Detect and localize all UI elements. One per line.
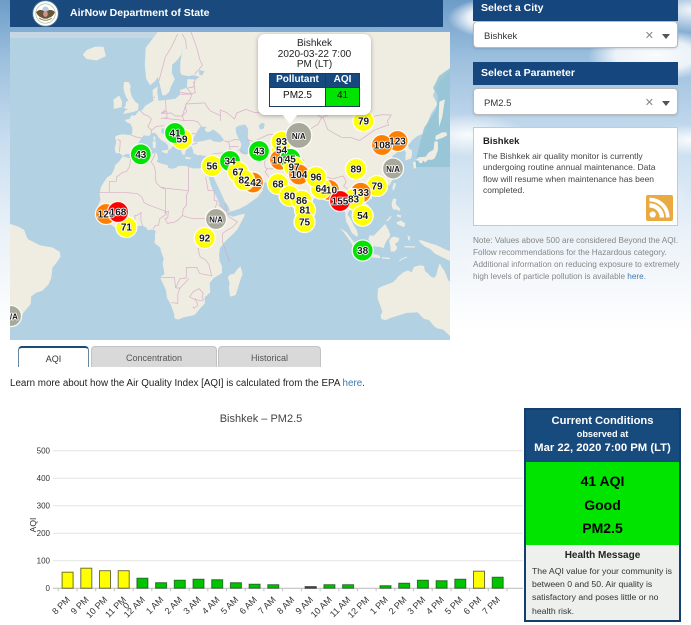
svg-text:80: 80 <box>284 191 296 202</box>
svg-text:168: 168 <box>110 208 127 219</box>
svg-text:N/A: N/A <box>292 132 306 141</box>
svg-text:79: 79 <box>371 182 383 193</box>
svg-text:38: 38 <box>357 246 369 257</box>
svg-text:89: 89 <box>350 165 362 176</box>
svg-text:79: 79 <box>358 117 370 128</box>
svg-text:7 PM: 7 PM <box>480 595 502 617</box>
svg-text:500: 500 <box>37 447 51 456</box>
svg-text:3 AM: 3 AM <box>181 595 203 617</box>
svg-text:104: 104 <box>291 170 308 181</box>
svg-text:71: 71 <box>121 223 133 234</box>
svg-text:2 PM: 2 PM <box>387 595 409 617</box>
svg-text:43: 43 <box>135 150 147 161</box>
svg-text:5 PM: 5 PM <box>443 595 465 617</box>
svg-text:92: 92 <box>199 234 211 245</box>
svg-text:N/A: N/A <box>10 313 18 322</box>
svg-text:155: 155 <box>332 197 349 208</box>
svg-text:93: 93 <box>276 137 288 148</box>
svg-text:43: 43 <box>253 147 265 158</box>
svg-text:6 PM: 6 PM <box>461 595 483 617</box>
svg-text:123: 123 <box>389 137 406 148</box>
svg-text:N/A: N/A <box>209 216 223 225</box>
svg-text:75: 75 <box>299 218 311 229</box>
svg-text:1 PM: 1 PM <box>368 595 390 617</box>
svg-text:10 AM: 10 AM <box>309 595 334 620</box>
svg-text:100: 100 <box>37 557 51 566</box>
svg-text:0: 0 <box>46 584 51 593</box>
svg-text:3 PM: 3 PM <box>405 595 427 617</box>
svg-text:108: 108 <box>374 141 391 152</box>
svg-text:83: 83 <box>348 195 360 206</box>
svg-text:7 AM: 7 AM <box>256 595 278 617</box>
svg-text:41: 41 <box>169 129 181 140</box>
svg-text:8 PM: 8 PM <box>50 595 72 617</box>
svg-text:400: 400 <box>37 474 51 483</box>
svg-text:81: 81 <box>299 206 311 217</box>
svg-text:N/A: N/A <box>386 165 400 174</box>
svg-text:56: 56 <box>206 162 218 173</box>
svg-text:68: 68 <box>272 180 284 191</box>
svg-text:4 PM: 4 PM <box>424 595 446 617</box>
svg-text:300: 300 <box>37 502 51 511</box>
svg-text:12 PM: 12 PM <box>346 595 371 620</box>
svg-text:54: 54 <box>357 211 369 222</box>
svg-text:96: 96 <box>310 173 322 184</box>
svg-text:2 AM: 2 AM <box>163 595 185 617</box>
svg-text:6 AM: 6 AM <box>237 595 259 617</box>
svg-text:4 AM: 4 AM <box>200 595 222 617</box>
svg-text:AQI: AQI <box>28 518 38 533</box>
svg-text:8 AM: 8 AM <box>275 595 297 617</box>
svg-text:64: 64 <box>315 184 327 195</box>
svg-text:82: 82 <box>238 176 250 187</box>
svg-text:34: 34 <box>224 157 236 168</box>
svg-text:1 AM: 1 AM <box>144 595 166 617</box>
svg-text:5 AM: 5 AM <box>219 595 241 617</box>
svg-text:200: 200 <box>37 529 51 538</box>
